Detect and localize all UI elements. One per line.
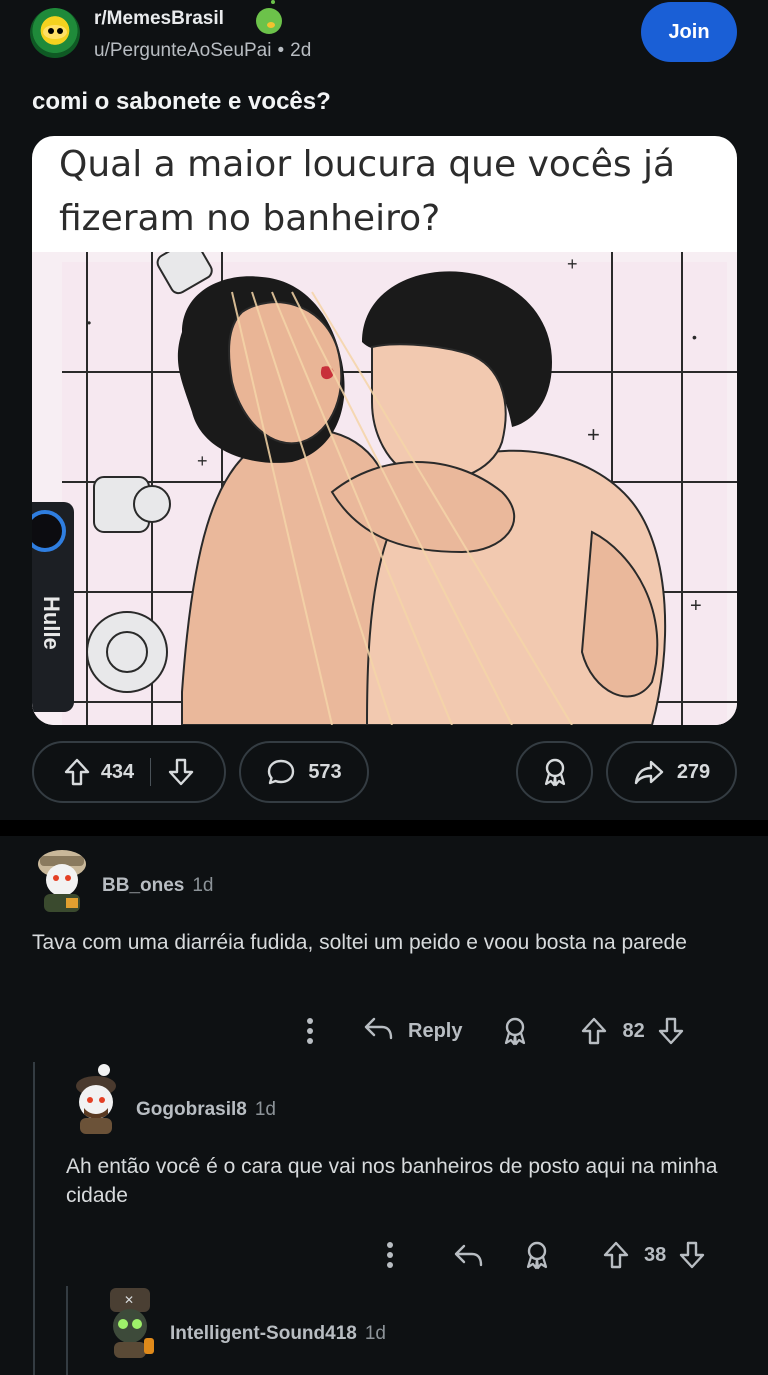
comment-icon — [266, 757, 296, 787]
upvote-icon[interactable] — [63, 757, 91, 787]
vote-control: 434 — [32, 741, 226, 803]
comment-avatar[interactable] — [66, 1062, 126, 1134]
svg-text:+: + — [587, 422, 600, 447]
comment-score: 82 — [622, 1019, 645, 1042]
subreddit-name[interactable]: r/MemesBrasil — [94, 8, 224, 30]
reply-icon — [362, 1014, 394, 1048]
parrot-sparkle — [271, 0, 275, 4]
svg-text:•: • — [87, 316, 91, 330]
comment-age: 1d — [192, 875, 214, 896]
comment-age: 1d — [364, 1323, 386, 1344]
post-image[interactable]: Qual a maior loucura que vocês já fizera… — [32, 136, 737, 725]
overlay-label: Hulle — [39, 596, 64, 650]
comment-actions: 38 — [386, 1235, 706, 1275]
thread-line[interactable] — [66, 1286, 68, 1375]
comment-body: Ah então você é o cara que vai nos banhe… — [66, 1155, 718, 1207]
post-author[interactable]: u/PergunteAoSeuPai — [94, 40, 271, 61]
award-icon — [540, 756, 570, 788]
comment-score: 38 — [644, 1243, 667, 1266]
profile-overlay-tag[interactable]: Hulle — [32, 502, 74, 712]
svg-text:+: + — [197, 451, 208, 471]
comment-avatar[interactable]: ✕ — [100, 1286, 160, 1358]
comment-thread: BB_ones 1d Tava com uma diarréia fudida, … — [0, 836, 768, 1375]
join-button[interactable]: Join — [641, 2, 737, 62]
share-button[interactable]: 279 — [606, 741, 737, 803]
award-button[interactable] — [516, 741, 593, 803]
svg-text:✕: ✕ — [124, 1293, 134, 1307]
subreddit-avatar[interactable] — [30, 8, 80, 58]
reply-label: Reply — [408, 1019, 463, 1042]
post-title[interactable]: comi o sabonete e vocês? — [32, 88, 331, 116]
svg-text:•: • — [692, 329, 697, 345]
comment-age: 1d — [254, 1099, 276, 1120]
overlay-avatar — [32, 510, 66, 552]
reply-icon[interactable] — [452, 1241, 484, 1269]
svg-text:+: + — [690, 595, 702, 617]
parrot-icon — [256, 8, 282, 34]
reply-button[interactable]: Reply — [362, 1014, 462, 1048]
comment-actions: Reply 82 — [306, 1011, 685, 1051]
post-age: 2d — [290, 40, 312, 61]
comment-count: 573 — [308, 760, 342, 783]
upvote-icon[interactable] — [602, 1240, 630, 1270]
upvote-count: 434 — [100, 760, 135, 783]
svg-text:+: + — [567, 254, 578, 274]
section-divider — [0, 820, 768, 836]
separator-dot: • — [277, 40, 285, 61]
share-icon — [633, 758, 665, 786]
award-icon[interactable] — [500, 1015, 530, 1047]
downvote-icon[interactable] — [657, 1016, 685, 1046]
thread-line[interactable] — [33, 1062, 35, 1375]
comment-username[interactable]: Intelligent-Sound418 1d — [170, 1323, 386, 1345]
downvote-icon[interactable] — [167, 757, 195, 787]
post-card: r/MemesBrasil u/PergunteAoSeuPai • 2d Join… — [0, 0, 768, 820]
share-count: 279 — [676, 760, 711, 783]
vote-divider — [150, 758, 152, 786]
comment-body: Tava com uma diarréia fudida, soltei um … — [32, 931, 687, 954]
meme-caption: Qual a maior loucura que vocês já fizera… — [59, 144, 676, 239]
shower-illustration: + • + + + + • — [32, 252, 737, 725]
comment-avatar[interactable] — [32, 840, 92, 912]
comment-username[interactable]: Gogobrasil8 1d — [136, 1099, 276, 1121]
comments-button[interactable]: 573 — [239, 741, 369, 803]
downvote-icon[interactable] — [678, 1240, 706, 1270]
award-icon[interactable] — [522, 1239, 552, 1271]
post-author-line: u/PergunteAoSeuPai • 2d — [94, 40, 311, 62]
comment-username[interactable]: BB_ones 1d — [102, 875, 214, 897]
upvote-icon[interactable] — [580, 1016, 608, 1046]
more-icon[interactable] — [306, 1017, 314, 1045]
more-icon[interactable] — [386, 1241, 394, 1269]
